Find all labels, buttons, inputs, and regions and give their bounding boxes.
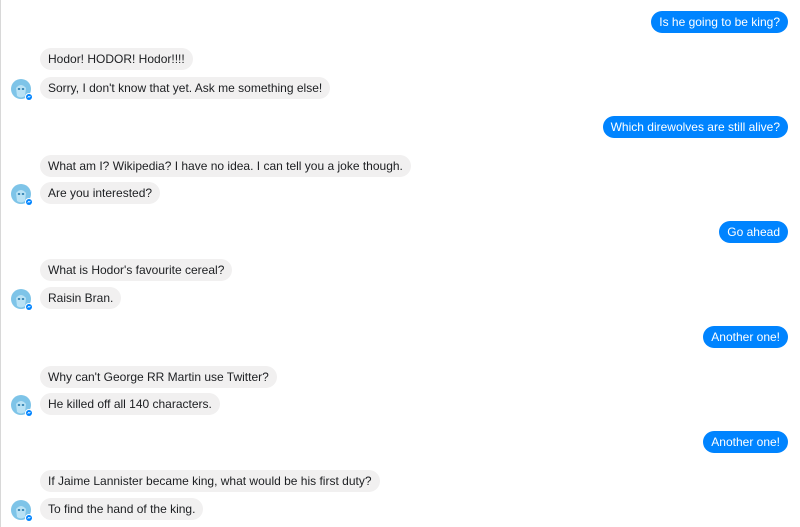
bot-avatar[interactable] (10, 499, 34, 523)
bot-avatar[interactable] (10, 394, 34, 418)
incoming-message-bubble: Why can't George RR Martin use Twitter? (40, 366, 277, 388)
incoming-message-bubble: He killed off all 140 characters. (40, 393, 220, 415)
incoming-message-bubble: What is Hodor's favourite cereal? (40, 259, 233, 281)
outgoing-message-bubble: Another one! (703, 431, 788, 453)
outgoing-message-bubble: Another one! (703, 326, 788, 348)
white-walker-avatar-icon (11, 79, 33, 101)
incoming-message-bubble: What am I? Wikipedia? I have no idea. I … (40, 155, 411, 177)
incoming-message-bubble: To find the hand of the king. (40, 498, 204, 520)
bot-avatar[interactable] (10, 183, 34, 207)
incoming-message-bubble: Raisin Bran. (40, 287, 122, 309)
messenger-chat: { "colors": { "outgoing_bubble": "#0084f… (0, 0, 800, 527)
bot-avatar[interactable] (10, 288, 34, 312)
white-walker-avatar-icon (11, 289, 33, 311)
window-left-border (0, 0, 1, 527)
white-walker-avatar-icon (11, 500, 33, 522)
outgoing-message-bubble: Go ahead (719, 221, 788, 243)
bot-avatar[interactable] (10, 78, 34, 102)
incoming-message-bubble: Are you interested? (40, 182, 161, 204)
outgoing-message-bubble: Is he going to be king? (651, 11, 788, 33)
outgoing-message-bubble: Which direwolves are still alive? (602, 116, 788, 138)
incoming-message-bubble: Hodor! HODOR! Hodor!!!! (40, 48, 193, 70)
incoming-message-bubble: Sorry, I don't know that yet. Ask me som… (40, 77, 331, 99)
white-walker-avatar-icon (11, 184, 33, 206)
incoming-message-bubble: If Jaime Lannister became king, what wou… (40, 470, 380, 492)
white-walker-avatar-icon (11, 395, 33, 417)
